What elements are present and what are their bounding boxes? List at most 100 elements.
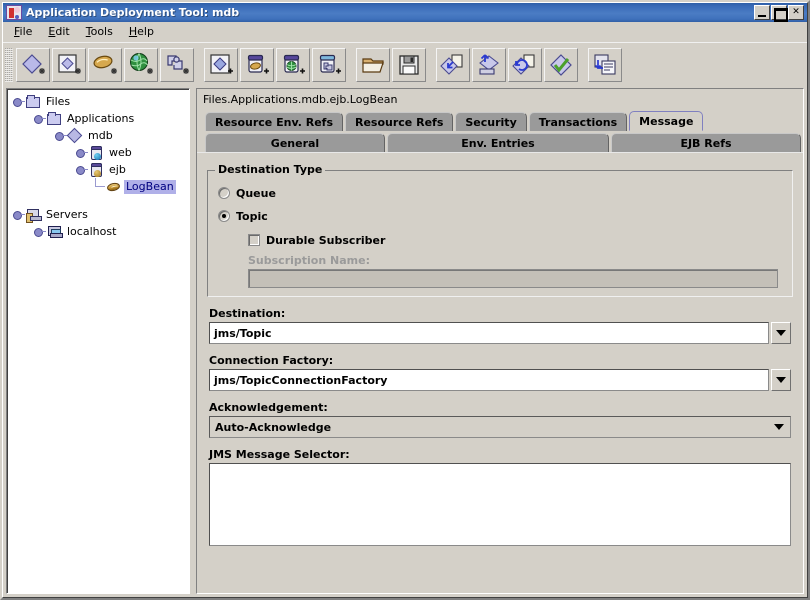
add-web-war-icon[interactable]	[276, 47, 310, 82]
expand-handle-icon[interactable]	[74, 162, 88, 178]
toolbar-drag-handle[interactable]	[5, 47, 13, 82]
expand-handle-icon[interactable]	[32, 224, 46, 240]
connection-factory-label: Connection Factory:	[209, 354, 334, 367]
add-ejb-jar-icon[interactable]	[240, 47, 274, 82]
acknowledgement-label: Acknowledgement:	[209, 401, 328, 414]
tab-resource-env-refs[interactable]: Resource Env. Refs	[205, 112, 343, 131]
expand-handle-icon[interactable]	[74, 145, 88, 161]
navigation-tree-pane[interactable]: Files Applications mdb web ejb LogBean S…	[6, 88, 190, 594]
tab-message[interactable]: Message	[629, 111, 704, 131]
toolbar-separator-3	[428, 48, 436, 82]
add-module-icon[interactable]	[204, 47, 238, 82]
deploy-icon[interactable]	[436, 47, 470, 82]
close-button[interactable]: ✕	[788, 5, 804, 20]
save-floppy-icon[interactable]	[392, 47, 426, 82]
jms-message-selector-textarea[interactable]	[209, 463, 791, 546]
menu-bar: File Edit Tools Help	[3, 22, 807, 42]
new-ejb-module-icon[interactable]	[52, 47, 86, 82]
tab-label: EJB Refs	[680, 136, 732, 150]
expand-handle-icon[interactable]	[11, 94, 25, 110]
tab-resource-refs[interactable]: Resource Refs	[345, 112, 454, 131]
toolbar	[3, 42, 807, 86]
tab-env-entries[interactable]: Env. Entries	[387, 133, 609, 152]
menu-help[interactable]: Help	[121, 23, 162, 41]
tree-node-servers[interactable]: Servers	[7, 206, 189, 223]
tree-node-files[interactable]: Files	[7, 93, 189, 110]
toolbar-separator-2	[348, 48, 356, 82]
app-duke-icon	[6, 5, 22, 20]
acknowledgement-combo[interactable]: Auto-Acknowledge	[209, 416, 791, 438]
undeploy-icon[interactable]	[472, 47, 506, 82]
toolbar-group-file	[356, 47, 428, 82]
minimize-button[interactable]	[754, 5, 770, 20]
inspector-pane: Files.Applications.mdb.ejb.LogBean Resou…	[196, 88, 804, 594]
window-controls: ✕	[754, 5, 805, 22]
connection-factory-dropdown-arrow-icon[interactable]	[771, 369, 791, 391]
tree-label: mdb	[88, 128, 113, 142]
new-application-icon[interactable]	[16, 47, 50, 82]
tab-row-top: Resource Env. Refs Resource Refs Securit…	[197, 109, 803, 131]
application-window: Application Deployment Tool: mdb ✕ File …	[0, 0, 810, 600]
folder-icon	[25, 94, 42, 110]
tab-label: Transactions	[538, 115, 618, 129]
topic-radio[interactable]	[218, 210, 230, 222]
durable-subscriber-row[interactable]: Durable Subscriber	[248, 230, 782, 250]
menu-tools[interactable]: Tools	[78, 23, 121, 41]
tab-ejb-refs[interactable]: EJB Refs	[611, 133, 801, 152]
message-tab-panel: Destination Type Queue Topic Durable Sub…	[197, 152, 803, 593]
tree-node-mdb[interactable]: mdb	[7, 127, 189, 144]
radio-row-topic[interactable]: Topic	[218, 206, 782, 226]
new-enterprise-bean-icon[interactable]	[88, 47, 122, 82]
redeploy-icon[interactable]	[508, 47, 542, 82]
menu-help-rest: elp	[137, 24, 154, 38]
chevron-down-icon	[774, 424, 784, 430]
bean-icon	[105, 179, 122, 195]
tree-label: web	[109, 145, 132, 159]
durable-subscriber-label: Durable Subscriber	[266, 233, 386, 247]
expand-handle-icon[interactable]	[32, 111, 46, 127]
verify-check-icon[interactable]	[544, 47, 578, 82]
menu-file-rest: ile	[19, 24, 33, 38]
menu-file[interactable]: File	[6, 23, 40, 41]
connection-factory-combo[interactable]: jms/TopicConnectionFactory	[209, 369, 791, 391]
jms-message-selector-label: JMS Message Selector:	[209, 448, 350, 461]
tree-label: localhost	[67, 224, 117, 238]
menu-edit[interactable]: Edit	[40, 23, 77, 41]
queue-label: Queue	[236, 186, 276, 200]
window-title: Application Deployment Tool: mdb	[26, 6, 240, 19]
destination-input[interactable]: jms/Topic	[209, 322, 769, 344]
open-folder-icon[interactable]	[356, 47, 390, 82]
leaf-connector-icon	[95, 178, 105, 187]
connection-factory-input[interactable]: jms/TopicConnectionFactory	[209, 369, 769, 391]
radio-row-queue[interactable]: Queue	[218, 183, 782, 203]
destination-dropdown-arrow-icon[interactable]	[771, 322, 791, 344]
tree-label: Files	[46, 94, 71, 108]
expand-handle-icon[interactable]	[53, 128, 67, 144]
toolbar-group-tools	[588, 47, 624, 82]
tree-node-ejb[interactable]: ejb	[7, 161, 189, 178]
servers-icon	[25, 207, 42, 223]
durable-subscriber-checkbox[interactable]	[248, 234, 260, 246]
tab-label: General	[270, 136, 320, 150]
tab-security[interactable]: Security	[455, 112, 527, 131]
generate-sql-icon[interactable]	[588, 47, 622, 82]
ejb-jar-icon	[88, 162, 105, 178]
new-app-client-icon[interactable]	[160, 47, 194, 82]
destination-type-legend: Destination Type	[215, 163, 326, 176]
queue-radio[interactable]	[218, 187, 230, 199]
tab-general[interactable]: General	[205, 133, 385, 152]
tree-node-web[interactable]: web	[7, 144, 189, 161]
tree-node-logbean[interactable]: LogBean	[7, 178, 189, 195]
tree-label: Servers	[46, 207, 88, 221]
maximize-button[interactable]	[771, 5, 788, 22]
window-inner-frame: Application Deployment Tool: mdb ✕ File …	[2, 2, 808, 598]
destination-combo[interactable]: jms/Topic	[209, 322, 791, 344]
subscription-name-input	[248, 269, 778, 288]
expand-handle-icon[interactable]	[11, 207, 25, 223]
tree-node-localhost[interactable]: localhost	[7, 223, 189, 240]
new-web-component-icon[interactable]	[124, 47, 158, 82]
tab-transactions[interactable]: Transactions	[528, 112, 628, 131]
add-client-jar-icon[interactable]	[312, 47, 346, 82]
tree-node-applications[interactable]: Applications	[7, 110, 189, 127]
destination-type-group: Destination Type Queue Topic Durable Sub…	[207, 163, 793, 297]
